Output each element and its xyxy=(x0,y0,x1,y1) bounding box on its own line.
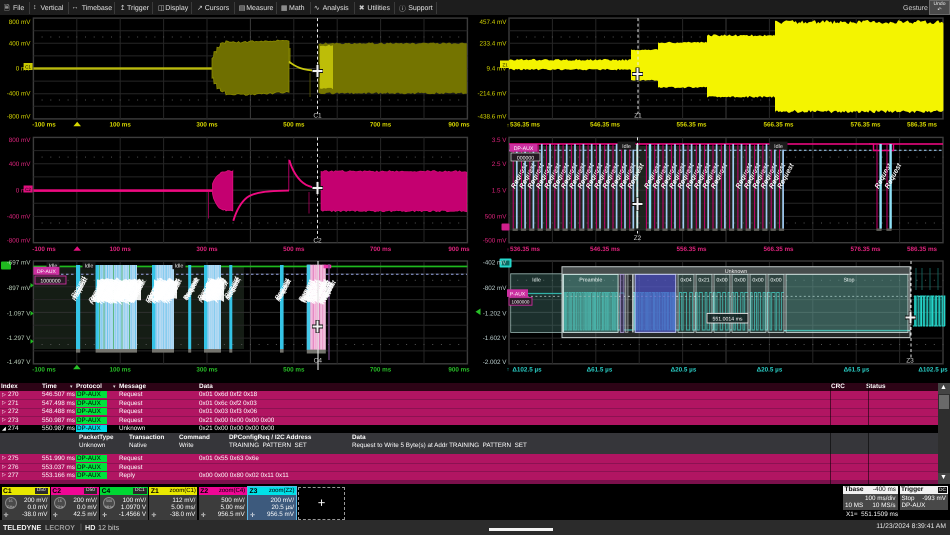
svg-text:-697 mV: -697 mV xyxy=(7,260,32,267)
svg-text:Idle: Idle xyxy=(175,264,184,270)
svg-text:9.4 mV: 9.4 mV xyxy=(487,66,508,73)
svg-text:C1: C1 xyxy=(25,65,31,70)
svg-text:-100 ms: -100 ms xyxy=(32,367,56,374)
svg-text:900 ms: 900 ms xyxy=(448,122,470,129)
svg-text:Z2: Z2 xyxy=(634,235,642,242)
svg-text:Stop: Stop xyxy=(843,277,854,283)
svg-text:DP-AUX: DP-AUX xyxy=(37,269,57,275)
svg-text:Idle: Idle xyxy=(622,144,631,150)
svg-text:P-AUX: P-AUX xyxy=(510,291,526,297)
svg-text:-214.6 mV: -214.6 mV xyxy=(477,91,507,98)
svg-text:↑: ↑ xyxy=(507,367,510,373)
svg-text:Idle: Idle xyxy=(85,264,94,270)
svg-text:Preamble: Preamble xyxy=(579,277,602,283)
svg-text:0x00: 0x00 xyxy=(716,277,727,283)
svg-text:900 ms: 900 ms xyxy=(448,246,470,253)
svg-text:536.35 ms: 536.35 ms xyxy=(510,122,541,129)
svg-text:100 ms: 100 ms xyxy=(110,122,132,129)
svg-text:Idle: Idle xyxy=(774,144,783,150)
svg-text:Z3: Z3 xyxy=(906,358,914,365)
svg-text:700 ms: 700 ms xyxy=(370,246,392,253)
svg-text:566.35 ms: 566.35 ms xyxy=(763,246,794,253)
svg-text:-1.497 V: -1.497 V xyxy=(7,359,32,366)
svg-text:800 mV: 800 mV xyxy=(9,137,32,144)
svg-text:100 ms: 100 ms xyxy=(110,367,132,374)
svg-text:556.35 ms: 556.35 ms xyxy=(676,246,707,253)
svg-text:2.5 V: 2.5 V xyxy=(492,161,508,168)
svg-text:0x00: 0x00 xyxy=(734,277,745,283)
svg-text:-1.297 V: -1.297 V xyxy=(7,335,32,342)
svg-text:Z1: Z1 xyxy=(634,113,642,120)
svg-text:1000000: 1000000 xyxy=(40,278,60,284)
svg-text:-800 mV: -800 mV xyxy=(7,238,32,245)
svg-text:-2.002 V: -2.002 V xyxy=(483,359,508,366)
svg-text:Idle: Idle xyxy=(532,277,541,283)
svg-text:500 ms: 500 ms xyxy=(283,122,305,129)
svg-text:Δ20.5 µs: Δ20.5 µs xyxy=(757,367,783,374)
svg-text:-402 mV: -402 mV xyxy=(483,260,508,267)
svg-text:Δ102.5 µs: Δ102.5 µs xyxy=(512,367,542,374)
svg-text:Δ61.5 µs: Δ61.5 µs xyxy=(587,367,613,374)
svg-text:100 ms: 100 ms xyxy=(110,246,132,253)
svg-text:-800 mV: -800 mV xyxy=(7,113,32,120)
svg-text:300 ms: 300 ms xyxy=(196,367,218,374)
svg-text:1.5 V: 1.5 V xyxy=(492,187,508,194)
svg-text:546.35 ms: 546.35 ms xyxy=(590,122,621,129)
svg-text:566.35 ms: 566.35 ms xyxy=(763,122,794,129)
svg-text:-400 mV: -400 mV xyxy=(7,213,32,220)
svg-text:576.35 ms: 576.35 ms xyxy=(850,246,881,253)
svg-text:-1.097 V: -1.097 V xyxy=(7,310,32,317)
svg-text:551.0014 ms: 551.0014 ms xyxy=(713,317,743,323)
svg-text:400 mV: 400 mV xyxy=(9,161,32,168)
svg-text:C2: C2 xyxy=(313,238,322,245)
svg-text:457.4 mV: 457.4 mV xyxy=(480,19,508,26)
svg-text:-500 mV: -500 mV xyxy=(483,238,508,245)
svg-text:3.5 V: 3.5 V xyxy=(492,137,508,144)
svg-text:400 mV: 400 mV xyxy=(9,40,32,47)
svg-text:500 mV: 500 mV xyxy=(485,213,508,220)
svg-text:Δ20.5 µs: Δ20.5 µs xyxy=(671,367,697,374)
svg-text:-400 mV: -400 mV xyxy=(7,91,32,98)
svg-text:500 ms: 500 ms xyxy=(283,367,305,374)
svg-text:900 ms: 900 ms xyxy=(448,367,470,374)
svg-text:C2: C2 xyxy=(25,187,31,192)
svg-text:-1.602 V: -1.602 V xyxy=(483,335,508,342)
svg-text:↑: ↑ xyxy=(507,248,510,254)
svg-text:576.35 ms: 576.35 ms xyxy=(850,122,881,129)
svg-text:-897 mV: -897 mV xyxy=(7,285,32,292)
svg-text:700 ms: 700 ms xyxy=(370,122,392,129)
svg-text:300 ms: 300 ms xyxy=(196,122,218,129)
svg-text:546.35 ms: 546.35 ms xyxy=(590,246,621,253)
svg-text:586.35 ms: 586.35 ms xyxy=(907,122,938,129)
svg-text:0x04: 0x04 xyxy=(680,277,691,283)
svg-text:536.35 ms: 536.35 ms xyxy=(510,246,541,253)
svg-text:C4: C4 xyxy=(314,358,323,365)
svg-text:Unknown: Unknown xyxy=(725,269,747,275)
svg-text:C1: C1 xyxy=(313,113,322,120)
svg-text:-100 ms: -100 ms xyxy=(32,246,56,253)
svg-text:1000000: 1000000 xyxy=(512,300,530,305)
svg-text:-100 ms: -100 ms xyxy=(32,122,56,129)
svg-text:↑: ↑ xyxy=(507,123,510,129)
svg-text:586.35 ms: 586.35 ms xyxy=(907,246,938,253)
svg-text:Δ102.5 µs: Δ102.5 µs xyxy=(918,367,948,374)
svg-text:556.35 ms: 556.35 ms xyxy=(676,122,707,129)
svg-text:0x21: 0x21 xyxy=(698,277,709,283)
svg-text:0x00: 0x00 xyxy=(752,277,763,283)
svg-text:233.4 mV: 233.4 mV xyxy=(480,40,508,47)
svg-text:-438.6 mV: -438.6 mV xyxy=(477,113,507,120)
svg-text:0x00: 0x00 xyxy=(770,277,781,283)
svg-text:DP-AUX: DP-AUX xyxy=(514,146,534,152)
svg-text:700 ms: 700 ms xyxy=(370,367,392,374)
svg-text:000000: 000000 xyxy=(517,155,534,161)
svg-text:Δ61.5 µs: Δ61.5 µs xyxy=(844,367,870,374)
svg-text:-1.202 V: -1.202 V xyxy=(483,310,508,317)
svg-text:500 ms: 500 ms xyxy=(283,246,305,253)
svg-text:-802 mV: -802 mV xyxy=(483,285,508,292)
svg-text:300 ms: 300 ms xyxy=(196,246,218,253)
svg-text:800 mV: 800 mV xyxy=(9,19,32,26)
